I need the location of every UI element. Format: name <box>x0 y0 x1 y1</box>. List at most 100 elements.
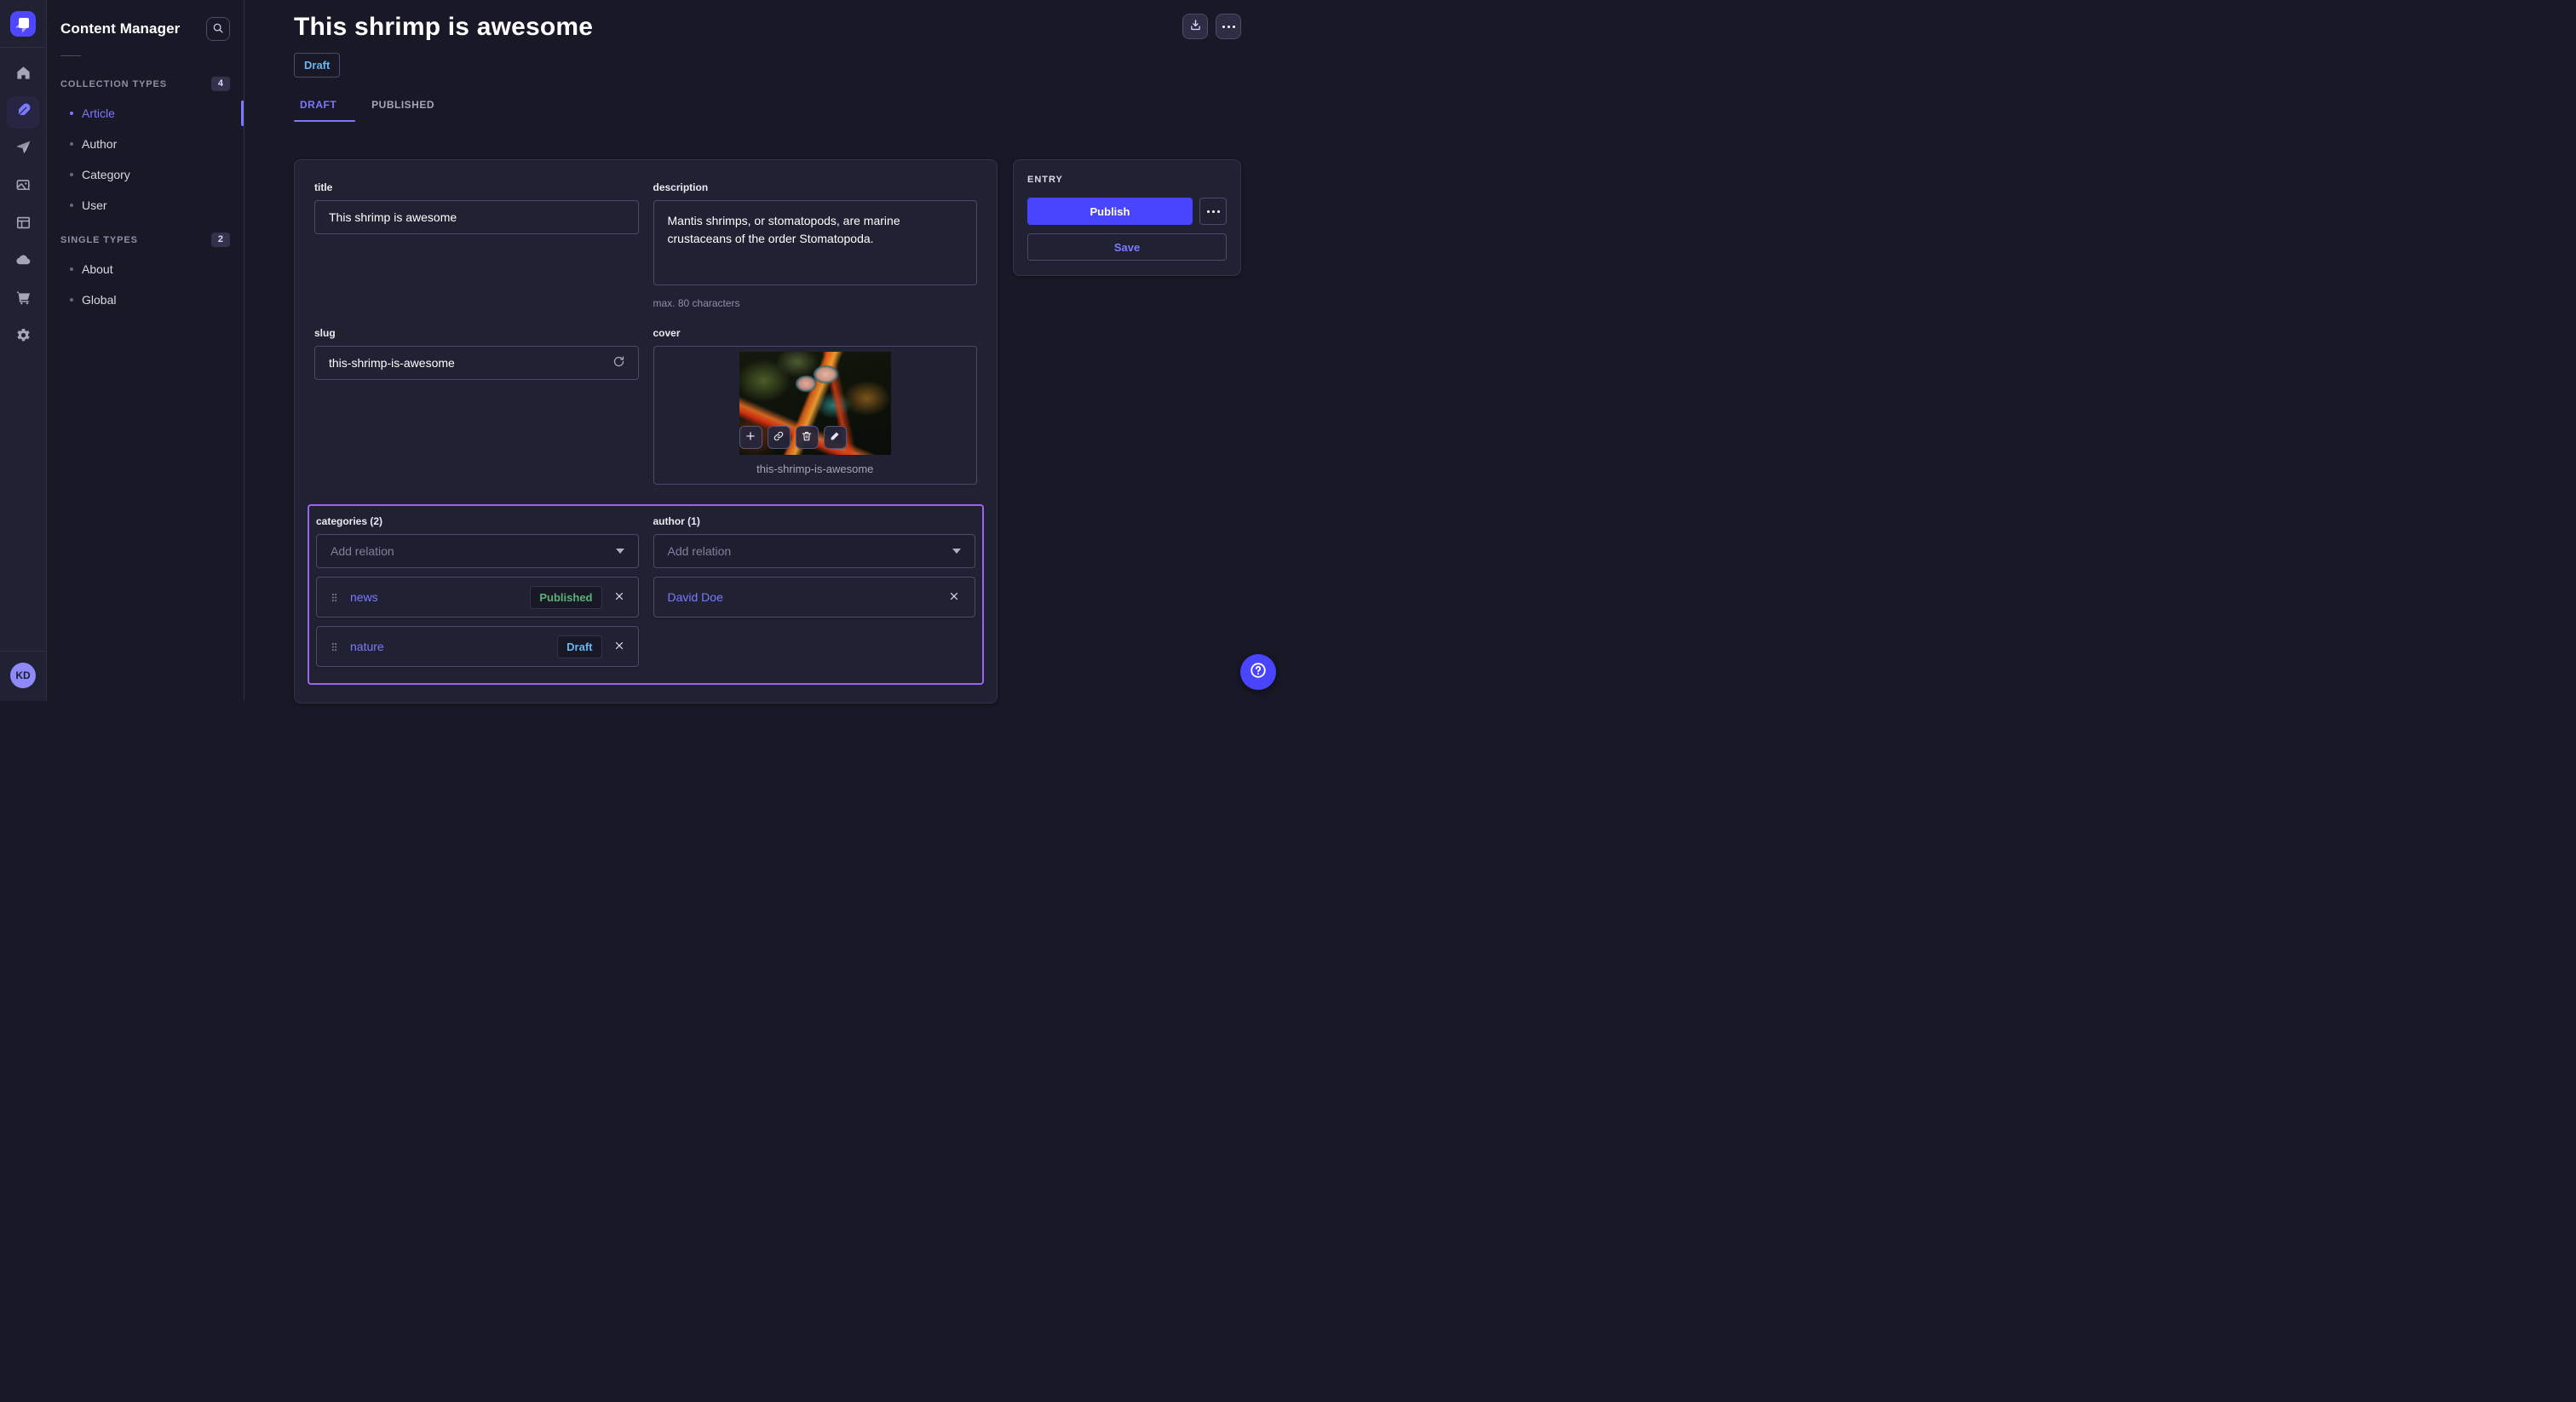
sidebar-item-article[interactable]: Article <box>47 98 244 129</box>
entry-buttons-row: Publish <box>1027 198 1227 225</box>
more-options-icon <box>1222 26 1235 28</box>
relation-link[interactable]: David Doe <box>668 590 723 604</box>
pencil-icon <box>829 430 841 445</box>
copy-link-button[interactable] <box>768 426 791 449</box>
sidebar-item-about[interactable]: About <box>47 254 244 284</box>
remove-relation-button[interactable] <box>612 589 626 606</box>
collection-types-count-badge: 4 <box>211 77 230 91</box>
media-library-icon <box>15 177 32 198</box>
page-title: This shrimp is awesome <box>294 13 593 42</box>
bullet-icon <box>70 298 73 302</box>
author-add-relation-combobox[interactable]: Add relation <box>653 534 976 568</box>
section-label: SINGLE TYPES <box>60 235 138 245</box>
tab-draft[interactable]: DRAFT <box>294 99 343 122</box>
search-button[interactable] <box>206 17 230 41</box>
status-badge: Draft <box>294 53 340 78</box>
content-manager-feather-icon <box>15 102 32 123</box>
tab-published[interactable]: PUBLISHED <box>365 99 441 122</box>
entry-more-button[interactable] <box>1199 198 1227 225</box>
single-types-header: SINGLE TYPES 2 <box>47 226 244 254</box>
relation-link[interactable]: news <box>350 590 378 604</box>
plus-icon <box>745 430 756 445</box>
add-media-button[interactable] <box>739 426 762 449</box>
bullet-icon <box>70 142 73 146</box>
relation-link[interactable]: nature <box>350 640 384 653</box>
categories-field-label: categories (2) <box>316 515 639 527</box>
cover-media-box: this-shrimp-is-awesome <box>653 346 978 485</box>
description-field-label: description <box>653 181 978 193</box>
content-type-builder-icon <box>15 215 32 235</box>
releases-send-icon <box>15 140 32 160</box>
cover-caption: this-shrimp-is-awesome <box>756 463 873 475</box>
logo-glyph <box>22 26 29 33</box>
publish-button[interactable]: Publish <box>1027 198 1193 225</box>
relation-chip-david-doe: David Doe <box>653 577 976 618</box>
relation-chip-news: news Published <box>316 577 639 618</box>
cover-field-label: cover <box>653 327 978 339</box>
sidebar-item-author[interactable]: Author <box>47 129 244 159</box>
drag-handle-icon[interactable] <box>329 641 340 652</box>
edit-media-button[interactable] <box>824 426 847 449</box>
chevron-down-icon <box>952 549 961 554</box>
search-icon <box>212 22 224 37</box>
more-options-icon <box>1207 210 1220 213</box>
entry-panel: ENTRY Publish Save <box>1013 159 1241 276</box>
nav-marketplace-button[interactable] <box>7 284 39 316</box>
sidebar-item-label: About <box>82 262 113 276</box>
more-options-button[interactable] <box>1216 14 1241 39</box>
header-actions <box>1182 14 1241 39</box>
link-icon <box>773 430 785 445</box>
description-textarea[interactable]: Mantis shrimps, or stomatopods, are mari… <box>653 200 978 285</box>
slug-input[interactable] <box>314 346 639 380</box>
settings-gear-icon <box>15 327 32 348</box>
nav-content-manager-button[interactable] <box>7 96 39 129</box>
bullet-icon <box>70 267 73 271</box>
export-button[interactable] <box>1182 14 1208 39</box>
help-question-icon <box>1249 661 1268 684</box>
sidebar-item-label: User <box>82 198 107 212</box>
sidebar-item-category[interactable]: Category <box>47 159 244 190</box>
nav-deploy-button[interactable] <box>7 246 39 279</box>
chevron-down-icon <box>616 549 624 554</box>
slug-field: slug <box>314 327 639 380</box>
nav-settings-button[interactable] <box>7 321 39 353</box>
app-window: KD Content Manager COLLECTION TYPES 4 Ar… <box>0 0 1288 701</box>
user-avatar[interactable]: KD <box>10 663 36 688</box>
categories-add-relation-combobox[interactable]: Add relation <box>316 534 639 568</box>
save-button[interactable]: Save <box>1027 233 1227 261</box>
sidebar-divider <box>60 55 81 56</box>
rail-footer: KD <box>0 651 46 701</box>
nav-releases-button[interactable] <box>7 134 39 166</box>
relation-chip-nature: nature Draft <box>316 626 639 667</box>
home-icon <box>15 65 32 85</box>
nav-content-type-builder-button[interactable] <box>7 209 39 241</box>
description-hint: max. 80 characters <box>653 297 978 309</box>
strapi-logo-icon[interactable] <box>10 11 36 37</box>
close-icon <box>614 591 624 604</box>
page-header: This shrimp is awesome <box>294 13 1241 42</box>
refresh-icon <box>612 355 625 371</box>
drag-handle-icon[interactable] <box>329 592 340 603</box>
rail-nav <box>7 48 39 651</box>
regenerate-slug-button[interactable] <box>611 354 628 371</box>
cover-image[interactable] <box>739 352 891 455</box>
remove-relation-button[interactable] <box>612 639 626 655</box>
sidebar-item-label: Author <box>82 137 117 151</box>
content-row: title description Mantis shrimps, or sto… <box>294 159 1241 704</box>
title-field: title <box>314 181 639 234</box>
sidebar-item-label: Category <box>82 168 130 181</box>
close-icon <box>949 591 959 604</box>
edit-form-panel: title description Mantis shrimps, or sto… <box>294 159 998 704</box>
nav-media-library-button[interactable] <box>7 171 39 204</box>
sidebar-item-label: Article <box>82 106 115 120</box>
title-input[interactable] <box>314 200 639 234</box>
section-label: COLLECTION TYPES <box>60 79 167 89</box>
help-button[interactable] <box>1240 654 1276 690</box>
sidebar-item-user[interactable]: User <box>47 190 244 221</box>
description-field: description Mantis shrimps, or stomatopo… <box>653 181 978 309</box>
sidebar-item-label: Global <box>82 293 116 307</box>
remove-relation-button[interactable] <box>947 589 961 606</box>
sidebar-item-global[interactable]: Global <box>47 284 244 315</box>
delete-media-button[interactable] <box>796 426 819 449</box>
nav-home-button[interactable] <box>7 59 39 91</box>
